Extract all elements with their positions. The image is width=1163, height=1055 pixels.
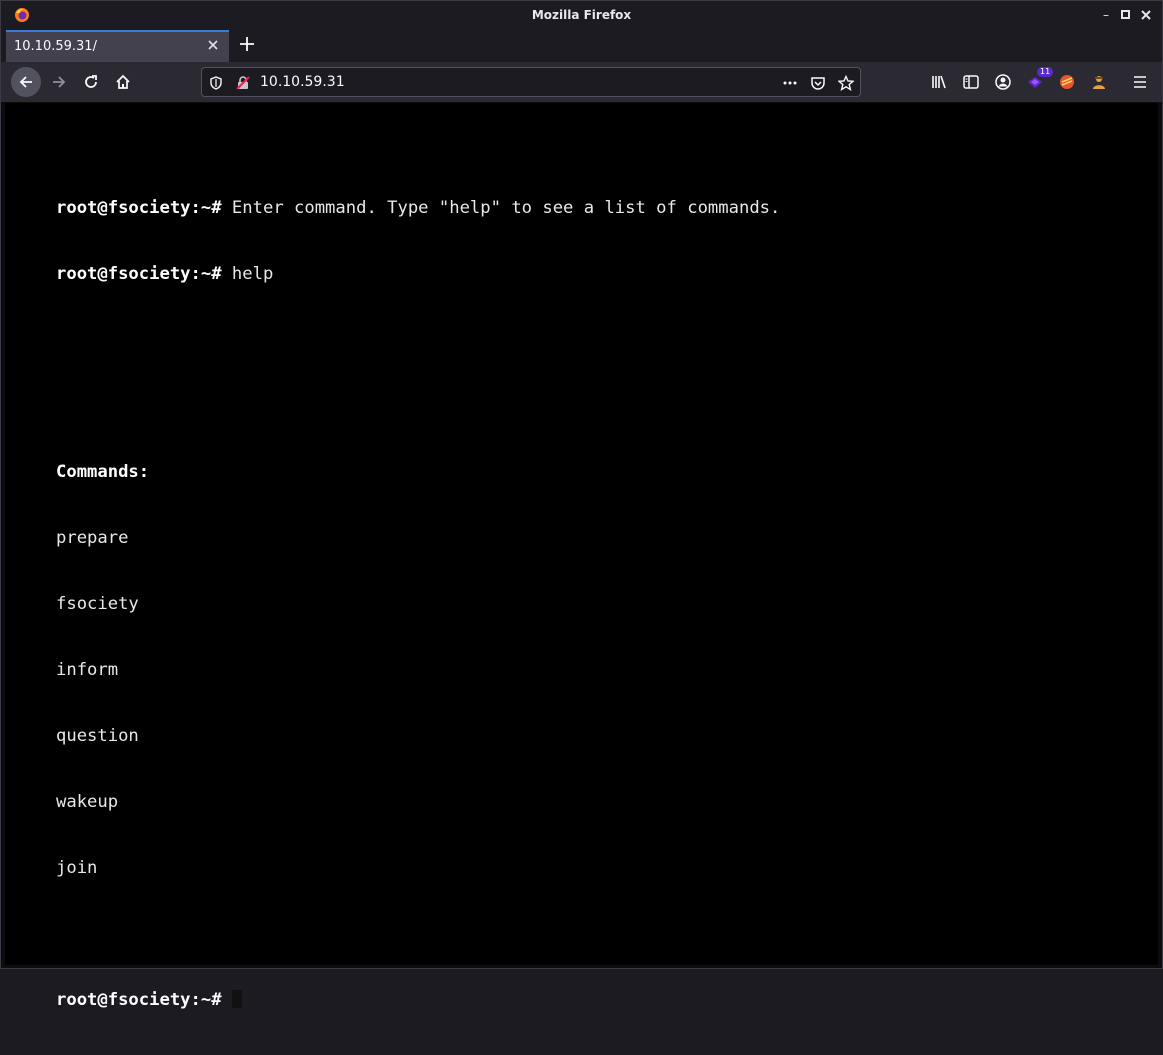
command-item: wakeup	[56, 792, 119, 812]
close-window-icon[interactable]	[1138, 7, 1154, 23]
terminal-cursor[interactable]	[231, 990, 242, 1008]
tab-title: 10.10.59.31/	[14, 39, 97, 54]
forward-arrow-icon	[53, 76, 66, 88]
command-item: join	[56, 858, 98, 878]
terminal-line: root@fsociety:~# Enter command. Type "he…	[56, 197, 780, 219]
page-actions-icon[interactable]	[782, 75, 798, 91]
back-button[interactable]	[11, 67, 41, 97]
menu-hamburger-icon[interactable]	[1131, 73, 1149, 91]
tab-close-icon[interactable]	[206, 38, 220, 52]
sidebar-icon[interactable]	[962, 73, 980, 91]
page-content: root@fsociety:~# Enter command. Type "he…	[5, 103, 1158, 1010]
command-item: inform	[56, 660, 119, 680]
reload-button[interactable]	[76, 67, 106, 97]
url-text[interactable]: 10.10.59.31	[260, 74, 345, 90]
address-bar[interactable]: 10.10.59.31	[201, 67, 861, 97]
navigation-toolbar: 10.10.59.31 11	[1, 62, 1162, 103]
tracking-protection-shield-icon[interactable]	[208, 75, 224, 91]
command-item: question	[56, 726, 139, 746]
pocket-icon[interactable]	[810, 75, 826, 91]
terminal-output[interactable]: root@fsociety:~# Enter command. Type "he…	[56, 153, 780, 1055]
prompt: root@fsociety:~#	[56, 990, 222, 1010]
bookmark-star-icon[interactable]	[838, 75, 854, 91]
command-item: fsociety	[56, 594, 139, 614]
reload-icon	[85, 75, 97, 88]
minimize-icon[interactable]: –	[1098, 7, 1114, 23]
account-icon[interactable]	[994, 73, 1012, 91]
extension-icon-orange[interactable]	[1058, 73, 1076, 91]
browser-window: Mozilla Firefox – 10.10.59.31/ 10.10.59.…	[0, 0, 1163, 1010]
intro-text: Enter command. Type "help" to see a list…	[221, 198, 781, 218]
home-icon	[116, 74, 130, 89]
home-button[interactable]	[108, 67, 138, 97]
extension-badge: 11	[1037, 67, 1054, 77]
tab-active[interactable]: 10.10.59.31/	[6, 30, 229, 62]
prompt: root@fsociety:~#	[56, 198, 222, 218]
window-title: Mozilla Firefox	[531, 8, 632, 22]
commands-heading: Commands:	[56, 462, 150, 482]
insecure-lock-icon[interactable]	[235, 75, 251, 91]
back-arrow-icon	[19, 76, 32, 88]
entered-command: help	[221, 264, 274, 284]
terminal-input-line[interactable]: root@fsociety:~#	[56, 989, 780, 1011]
tab-strip: 10.10.59.31/	[1, 29, 1162, 62]
title-bar: Mozilla Firefox –	[1, 1, 1162, 29]
forward-button[interactable]	[44, 67, 74, 97]
terminal-line: root@fsociety:~# help	[56, 263, 780, 285]
maximize-icon[interactable]	[1118, 7, 1134, 23]
extension-icon-user-agent[interactable]	[1090, 73, 1108, 91]
library-icon[interactable]	[930, 73, 948, 91]
prompt: root@fsociety:~#	[56, 264, 222, 284]
command-item: prepare	[56, 528, 129, 548]
new-tab-icon[interactable]	[237, 34, 257, 54]
